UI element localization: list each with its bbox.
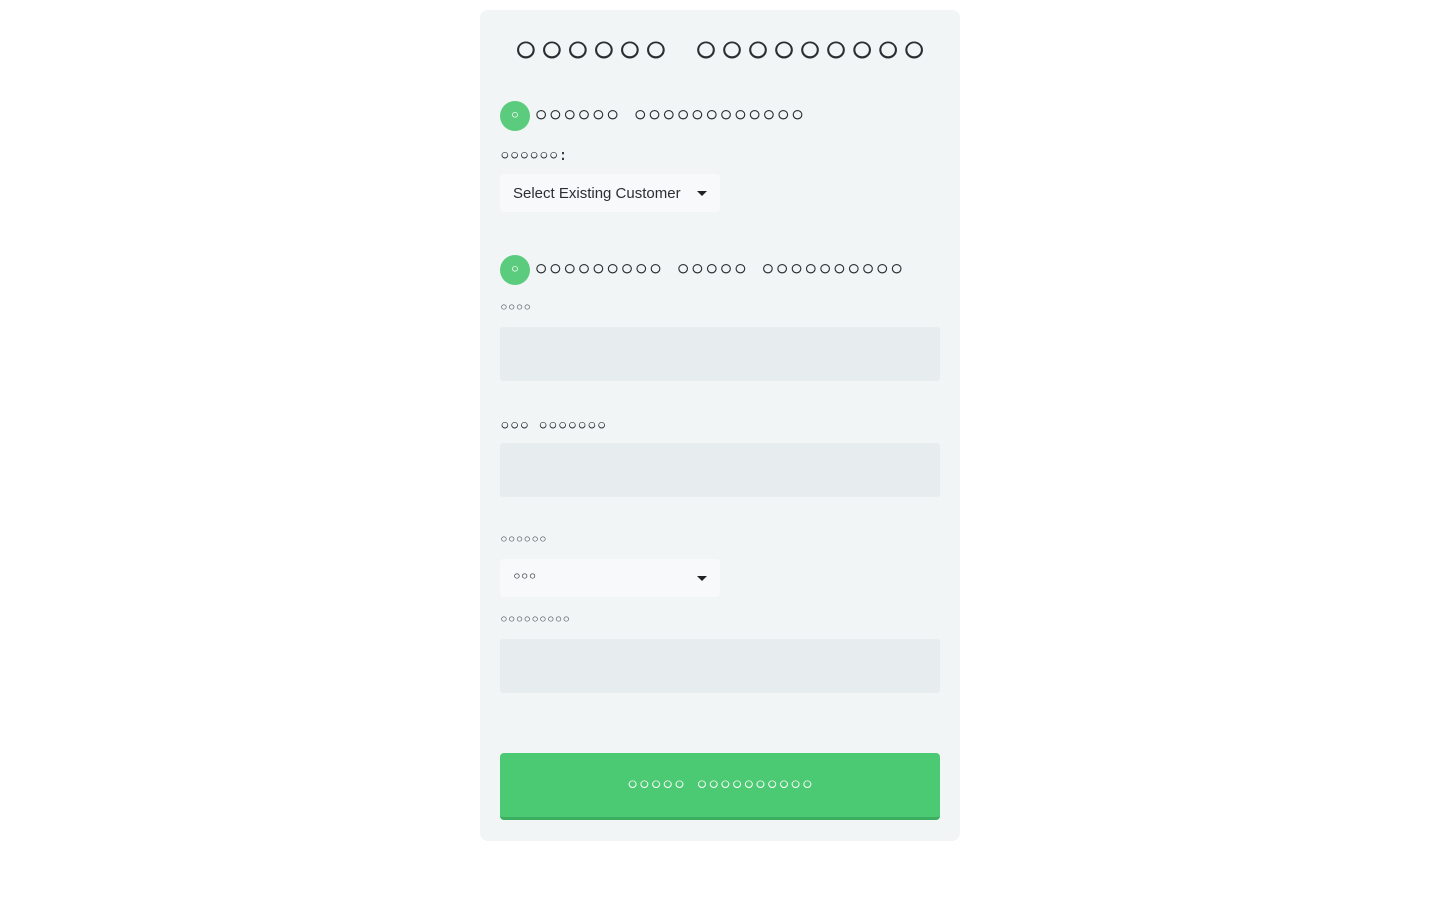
type-select-dropdown[interactable]: ০০০ — [500, 559, 720, 597]
customer-select-value: Select Existing Customer — [513, 184, 681, 202]
type-select-value: ০০০ — [513, 569, 537, 583]
section-2-badge-icon: ০ — [500, 255, 530, 285]
section-customer-heading: ০ ০০০০০০ ০০০০০০০০০০০০ — [500, 101, 805, 131]
section-1-badge-icon: ০ — [500, 101, 530, 131]
name-field[interactable] — [500, 327, 940, 381]
submit-order-button[interactable]: ০০০০০ ০০০০০০০০০০ — [500, 753, 940, 820]
section-2-title: ০০০০০০০০০ ০০০০০ ০০০০০০০০০০ — [534, 256, 904, 282]
name-label: ০০০০ — [500, 300, 532, 314]
page-title: ০০০০০০ ০০০০০০০০০ — [512, 27, 928, 73]
phone-label: ০০০ ০০০০০০০ — [500, 416, 607, 434]
section-1-title: ০০০০০০ ০০০০০০০০০০০০ — [534, 102, 805, 128]
address-label: ০০০০০০০০০ — [500, 612, 571, 626]
chevron-down-icon — [697, 190, 707, 196]
chevron-down-icon — [697, 575, 707, 581]
address-field[interactable] — [500, 639, 940, 693]
type-label: ০০০০০০ — [500, 532, 547, 546]
phone-field[interactable] — [500, 443, 940, 497]
customer-label: ০০০০০০: — [500, 146, 568, 164]
section-new-customer-heading: ০ ০০০০০০০০০ ০০০০০ ০০০০০০০০০০ — [500, 255, 904, 285]
order-form-card: ০০০০০০ ০০০০০০০০০ ০ ০০০০০০ ০০০০০০০০০০০০ ০… — [480, 10, 960, 841]
customer-select-dropdown[interactable]: Select Existing Customer — [500, 174, 720, 212]
